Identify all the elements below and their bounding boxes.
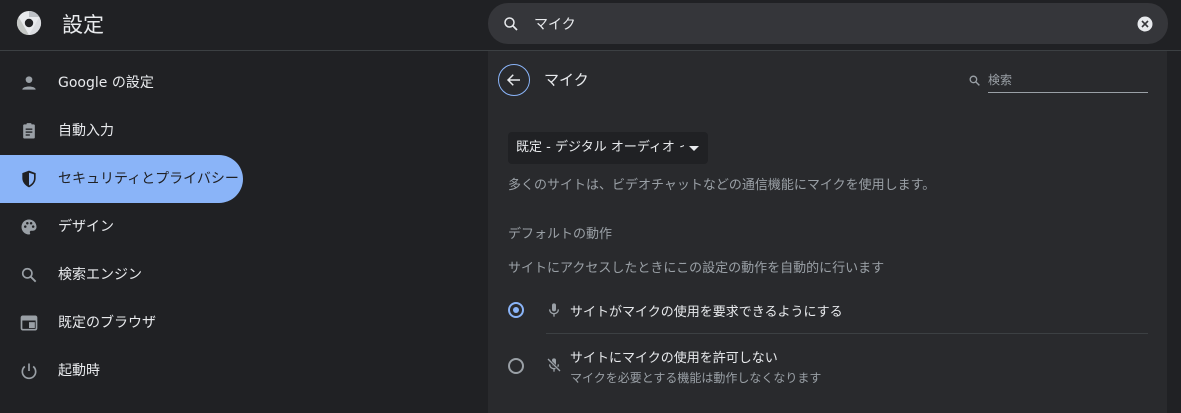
sidebar-item-label: Google の設定 [58, 75, 154, 91]
radio-block[interactable] [508, 358, 524, 374]
option-sublabel: マイクを必要とする機能は動作しなくなります [570, 371, 822, 385]
search-icon [504, 17, 518, 31]
sidebar-item-security[interactable]: セキュリティとプライバシー [0, 155, 243, 203]
chrome-logo-icon [16, 10, 42, 35]
scrollbar-track[interactable] [1167, 51, 1181, 413]
top-bar: 設定 [0, 0, 1181, 51]
radio-dot [513, 307, 519, 313]
sidebar-item-label: 起動時 [58, 363, 100, 379]
sidebar-item-label: デザイン [58, 219, 114, 235]
mic-off-icon [547, 358, 561, 372]
page-title: 設定 [62, 13, 104, 37]
sidebar-item-search-engine[interactable]: 検索エンジン [0, 251, 243, 299]
palette-icon [21, 219, 37, 235]
microphone-description: 多くのサイトは、ビデオチャットなどの通信機能にマイクを使用します。 [508, 178, 936, 193]
mic-icon [549, 303, 559, 317]
shield-icon [22, 170, 36, 188]
clipboard-icon [23, 123, 35, 139]
back-button[interactable] [498, 64, 530, 96]
subpage-search-input[interactable] [988, 68, 1148, 93]
sidebar-item-on-startup[interactable]: 起動時 [0, 347, 243, 395]
sidebar-item-label: セキュリティとプライバシー [58, 171, 239, 187]
radio-allow-ask[interactable] [508, 302, 524, 318]
settings-search-input[interactable] [534, 3, 1094, 44]
option-label[interactable]: サイトがマイクの使用を要求できるようにする [570, 301, 843, 320]
settings-search [488, 3, 1168, 44]
selected-device: 既定 - デジタル オーディオ インターフェース [516, 140, 684, 155]
sidebar-item-autofill[interactable]: 自動入力 [0, 107, 243, 155]
search-icon [969, 75, 980, 86]
sidebar-item-appearance[interactable]: デザイン [0, 203, 243, 251]
browser-window-icon [20, 315, 38, 331]
sidebar-item-label: 検索エンジン [58, 267, 142, 283]
option-label[interactable]: サイトにマイクの使用を許可しない [570, 347, 778, 366]
subpage-title: マイク [544, 71, 589, 89]
sidebar-item-google[interactable]: Google の設定 [0, 59, 243, 107]
divider [546, 333, 1148, 334]
search-icon [21, 267, 37, 283]
sidebar: Google の設定 自動入力 セキュリティとプライバシー デザイン 検索エンジ… [0, 51, 488, 413]
subpage-search [966, 68, 1148, 94]
microphone-settings-card: マイク 既定 - デジタル オーディオ インターフェース 多くのサイトは、ビデオ… [488, 51, 1167, 413]
power-icon [21, 363, 37, 380]
microphone-device-select[interactable]: 既定 - デジタル オーディオ インターフェース [508, 132, 708, 164]
sidebar-item-label: 既定のブラウザ [58, 315, 156, 331]
arrow-back-icon [506, 74, 520, 86]
dropdown-caret-icon [689, 146, 699, 151]
person-icon [22, 76, 36, 90]
default-behavior-description: サイトにアクセスしたときにこの設定の動作を自動的に行います [508, 261, 885, 276]
sidebar-item-default-browser[interactable]: 既定のブラウザ [0, 299, 243, 347]
default-behavior-heading: デフォルトの動作 [508, 227, 613, 242]
clear-search-icon[interactable] [1136, 15, 1154, 33]
sidebar-item-label: 自動入力 [58, 123, 114, 139]
